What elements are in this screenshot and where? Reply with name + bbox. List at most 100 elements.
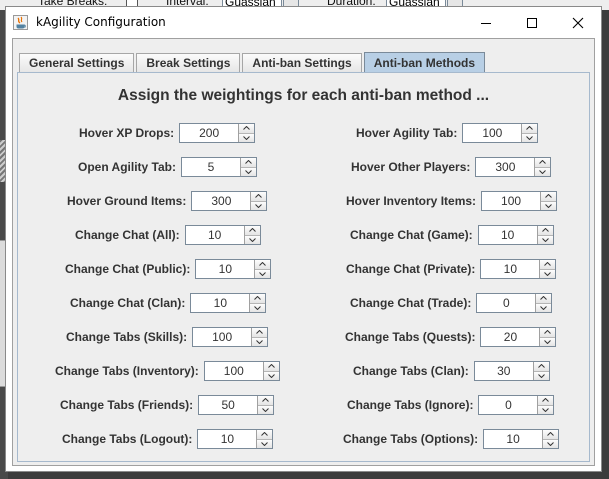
open-agility-tab-spinner[interactable]: 5: [181, 157, 257, 177]
hover-other-players-spinner[interactable]: 300: [475, 157, 552, 177]
change-tabs-quests-value-input[interactable]: 20: [481, 328, 540, 346]
change-tabs-friends-value-input[interactable]: 50: [199, 396, 258, 414]
change-tabs-options-spinner[interactable]: 10: [483, 429, 560, 449]
change-tabs-clan-value-input[interactable]: 30: [474, 362, 533, 380]
spinner-down-button[interactable]: [540, 337, 556, 346]
change-tabs-ignore-row: Change Tabs (Ignore): 0: [347, 395, 555, 415]
change-tabs-ignore-spinner[interactable]: 0: [478, 395, 555, 415]
hover-other-players-value-input[interactable]: 300: [476, 158, 535, 176]
change-chat-all-value-input[interactable]: 10: [185, 226, 244, 244]
hover-inventory-items-spinner[interactable]: 100: [481, 191, 558, 211]
spinner-down-button[interactable]: [263, 371, 279, 380]
change-tabs-friends-spinner[interactable]: 50: [198, 395, 275, 415]
open-agility-tab-value-input[interactable]: 5: [182, 158, 240, 176]
spinner-up-button[interactable]: [543, 430, 559, 440]
spinner-down-button[interactable]: [258, 405, 274, 414]
spinner-down-button[interactable]: [255, 269, 271, 278]
change-chat-clan-label: Change Chat (Clan):: [70, 296, 186, 310]
change-tabs-options-value-input[interactable]: 10: [484, 430, 543, 448]
change-tabs-clan-spinner[interactable]: 30: [473, 361, 550, 381]
spinner-down-button[interactable]: [543, 439, 559, 448]
spinner-up-button[interactable]: [538, 396, 554, 406]
change-chat-clan-spinner[interactable]: 10: [190, 293, 267, 313]
spinner-up-button[interactable]: [535, 158, 551, 168]
spinner-up-button[interactable]: [239, 124, 255, 134]
minimize-button[interactable]: [463, 7, 509, 38]
change-chat-clan-value-input[interactable]: 10: [191, 294, 250, 312]
spinner-down-button[interactable]: [537, 235, 553, 244]
tab-anti-ban-methods[interactable]: Anti-ban Methods: [363, 52, 486, 72]
change-tabs-skills-value-input[interactable]: 100: [193, 328, 252, 346]
chevron-up-icon: [259, 262, 267, 267]
title-bar[interactable]: kAgility Configuration: [6, 7, 601, 38]
spinner-down-button[interactable]: [244, 235, 260, 244]
minimize-icon: [481, 22, 491, 24]
spinner-up-button[interactable]: [252, 328, 268, 338]
spinner-down-button[interactable]: [541, 201, 557, 210]
hover-xp-drops-label: Hover XP Drops:: [79, 126, 175, 140]
spinner-up-button[interactable]: [258, 396, 274, 406]
change-tabs-logout-value-input[interactable]: 10: [198, 430, 257, 448]
window-title: kAgility Configuration: [36, 15, 166, 29]
spinner-up-button[interactable]: [244, 226, 260, 236]
change-tabs-quests-spinner[interactable]: 20: [480, 327, 557, 347]
spinner-up-button[interactable]: [540, 260, 556, 270]
spinner-down-button[interactable]: [536, 303, 552, 312]
change-chat-public-spinner[interactable]: 10: [195, 259, 272, 279]
spinner-up-button[interactable]: [251, 192, 267, 202]
change-tabs-ignore-value-input[interactable]: 0: [479, 396, 538, 414]
change-tabs-inventory-value-input[interactable]: 100: [204, 362, 263, 380]
chevron-up-icon: [544, 330, 552, 335]
spinner-up-button[interactable]: [537, 226, 553, 236]
change-chat-public-value-input[interactable]: 10: [196, 260, 255, 278]
tab-general-settings[interactable]: General Settings: [19, 53, 135, 72]
spinner-up-button[interactable]: [255, 260, 271, 270]
spinner-up-button[interactable]: [533, 362, 549, 372]
hover-ground-items-value-input[interactable]: 300: [192, 192, 251, 210]
change-chat-public-label: Change Chat (Public):: [65, 262, 191, 276]
spinner-down-button[interactable]: [239, 133, 255, 142]
spinner-up-button[interactable]: [257, 430, 273, 440]
hover-agility-tab-spinner[interactable]: 100: [462, 123, 539, 143]
spinner-down-button[interactable]: [540, 269, 556, 278]
change-tabs-skills-spinner[interactable]: 100: [192, 327, 269, 347]
change-tabs-logout-spinner[interactable]: 10: [197, 429, 274, 449]
spinner-down-button[interactable]: [538, 405, 554, 414]
spinner-down-button[interactable]: [250, 303, 266, 312]
spinner-down-button[interactable]: [533, 371, 549, 380]
hover-ground-items-label: Hover Ground Items:: [67, 194, 187, 208]
hover-xp-drops-value-input[interactable]: 200: [180, 124, 239, 142]
hover-ground-items-spinner[interactable]: 300: [191, 191, 268, 211]
hover-agility-tab-value-input[interactable]: 100: [463, 124, 522, 142]
close-button[interactable]: [555, 7, 601, 38]
change-chat-trade-spinner[interactable]: 0: [476, 293, 553, 313]
maximize-button[interactable]: [509, 7, 555, 38]
change-chat-private-spinner[interactable]: 10: [480, 259, 557, 279]
change-chat-game-value-input[interactable]: 10: [478, 226, 537, 244]
change-chat-private-value-input[interactable]: 10: [481, 260, 540, 278]
spinner-up-button[interactable]: [263, 362, 279, 372]
spinner-down-button[interactable]: [257, 439, 273, 448]
spinner-down-button[interactable]: [252, 337, 268, 346]
change-tabs-inventory-label: Change Tabs (Inventory):: [55, 364, 199, 378]
spinner-up-button[interactable]: [536, 294, 552, 304]
spinner-up-button[interactable]: [250, 294, 266, 304]
change-chat-all-spinner[interactable]: 10: [184, 225, 261, 245]
spinner-up-button[interactable]: [522, 124, 538, 134]
spinner-down-button[interactable]: [522, 133, 538, 142]
change-chat-game-spinner[interactable]: 10: [477, 225, 554, 245]
tab-break-settings[interactable]: Break Settings: [136, 53, 241, 72]
chevron-down-icon: [243, 135, 250, 140]
spinner-up-button[interactable]: [541, 192, 557, 202]
spinner-up-button[interactable]: [241, 158, 256, 168]
hover-inventory-items-value-input[interactable]: 100: [482, 192, 541, 210]
spinner-down-button[interactable]: [241, 167, 256, 176]
tab-anti-ban-settings[interactable]: Anti-ban Settings: [242, 53, 362, 72]
hover-xp-drops-spinner[interactable]: 200: [179, 123, 256, 143]
change-chat-trade-value-input[interactable]: 0: [477, 294, 536, 312]
spinner-down-button[interactable]: [251, 201, 267, 210]
spinner-down-button[interactable]: [535, 167, 551, 176]
spinner-up-button[interactable]: [540, 328, 556, 338]
change-tabs-logout-row: Change Tabs (Logout): 10: [62, 429, 274, 449]
change-tabs-inventory-spinner[interactable]: 100: [203, 361, 280, 381]
